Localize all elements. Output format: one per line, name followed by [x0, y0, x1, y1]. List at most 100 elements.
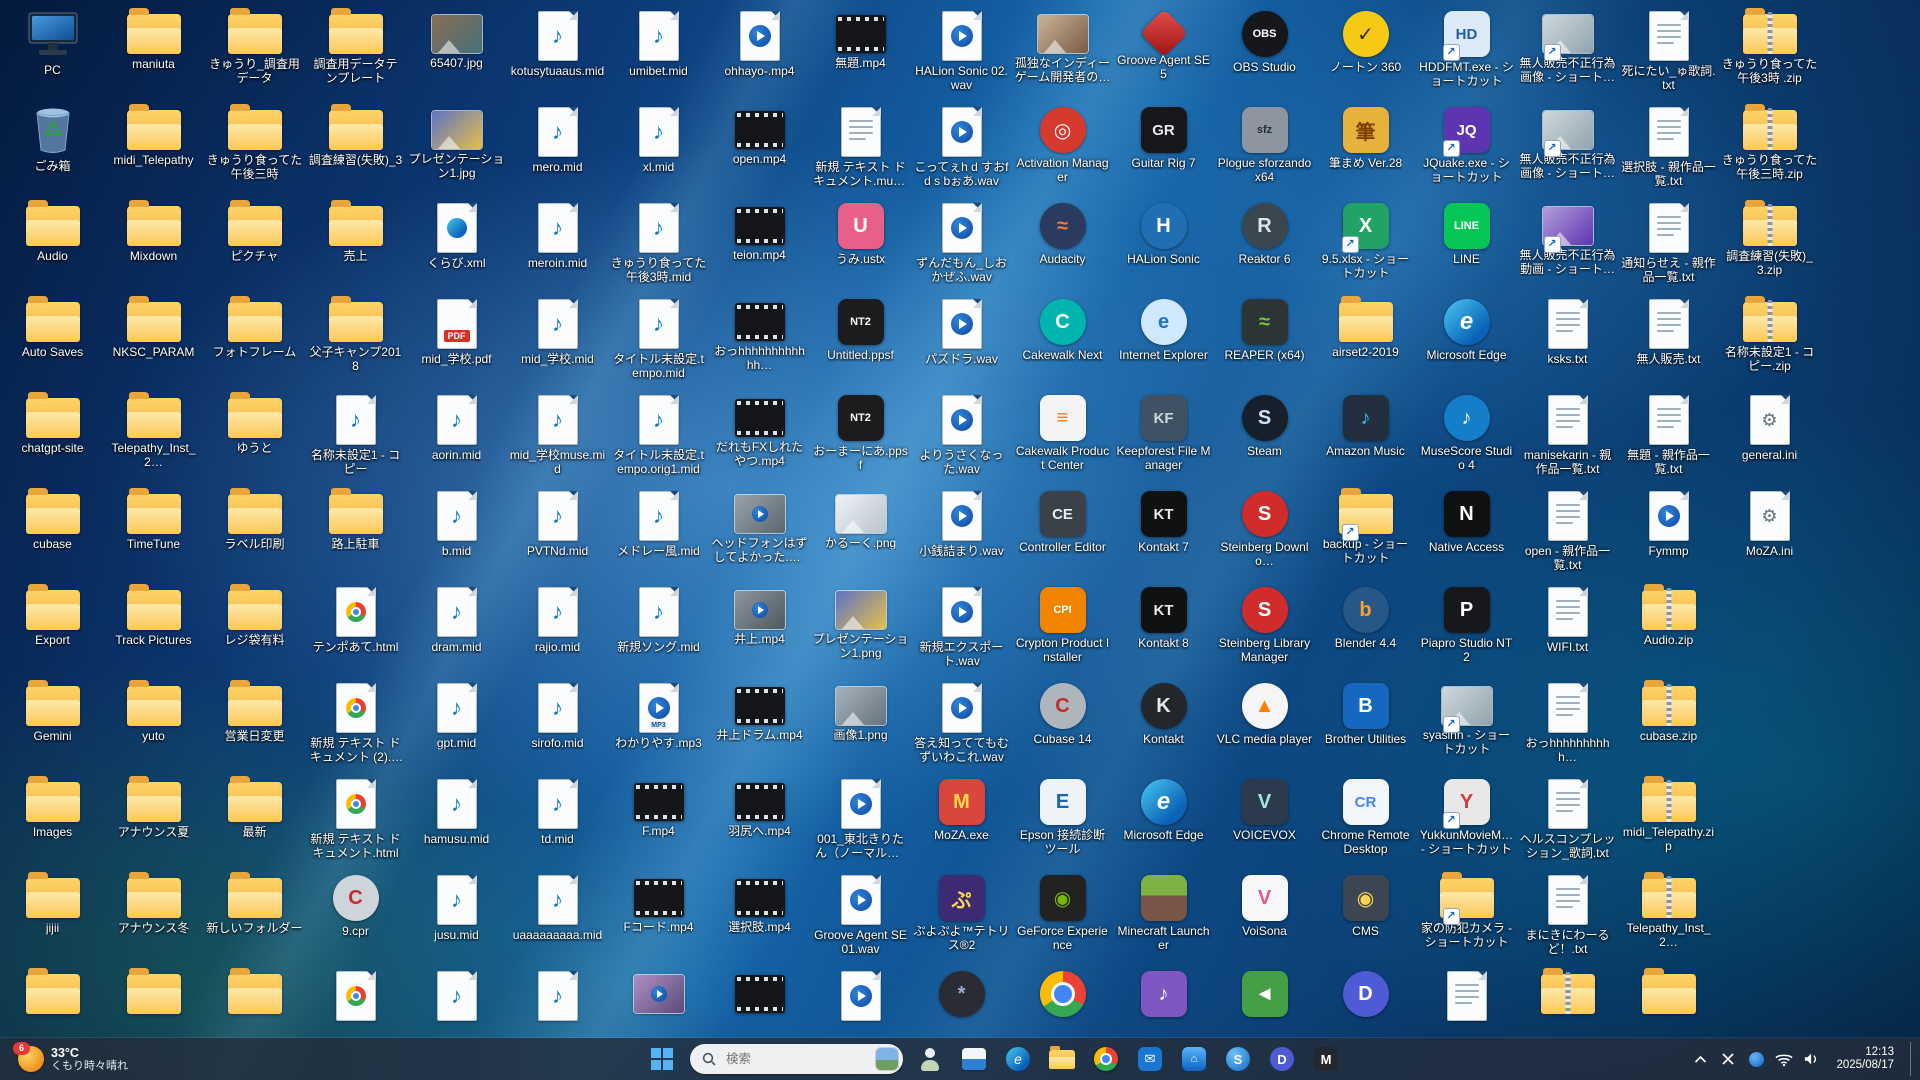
desktop-icon[interactable]: NT2Untitled.ppsf — [812, 294, 910, 390]
desktop-icon[interactable]: おっhhhhhhhhhhhh… — [711, 294, 809, 390]
desktop-icon[interactable]: sfzPlogue sforzando x64 — [1216, 102, 1314, 198]
desktop-icon[interactable]: レジ袋有料 — [206, 582, 304, 678]
desktop-icon[interactable]: ♪タイトル未設定.tempo.mid — [610, 294, 708, 390]
desktop-icon[interactable]: ♪sirofo.mid — [509, 678, 607, 774]
desktop-icon[interactable]: きゅうり_調査用データ — [206, 6, 304, 102]
desktop-icon[interactable]: Minecraft Launcher — [1115, 870, 1213, 966]
desktop-icon[interactable]: ♪新規ソング.mid — [610, 582, 708, 678]
desktop-icon[interactable]: yuto — [105, 678, 203, 774]
desktop-icon[interactable]: PPiapro Studio NT2 — [1418, 582, 1516, 678]
taskbar-app-widgets[interactable] — [911, 1042, 949, 1076]
desktop-icon[interactable]: ♪Amazon Music — [1317, 390, 1415, 486]
desktop-icon[interactable]: NKSC_PARAM — [105, 294, 203, 390]
desktop-icon[interactable]: BBrother Utilities — [1317, 678, 1415, 774]
desktop-icon[interactable]: ↗backup - ショートカット — [1317, 486, 1415, 582]
desktop-icon[interactable]: おっhhhhhhhhhh… — [1519, 678, 1617, 774]
desktop-icon[interactable]: manisekarin - 親作品一覧.txt — [1519, 390, 1617, 486]
desktop-icon[interactable]: cubase.zip — [1620, 678, 1718, 774]
desktop-icon[interactable]: Telepathy_Inst_2… — [105, 390, 203, 486]
desktop-icon[interactable]: TimeTune — [105, 486, 203, 582]
weather-widget[interactable]: 6 33°C くもり時々晴れ — [10, 1038, 136, 1080]
desktop-icon[interactable]: プレゼンテーション1.jpg — [408, 102, 506, 198]
search-highlight-image[interactable] — [876, 1048, 898, 1070]
desktop-icon[interactable]: Audio — [4, 198, 102, 294]
taskbar-app-task-view[interactable] — [955, 1042, 993, 1076]
desktop-icon[interactable]: PC — [4, 6, 102, 102]
taskbar-app-music-app[interactable]: M — [1307, 1042, 1345, 1076]
desktop-icon[interactable]: SSteinberg Library Manager — [1216, 582, 1314, 678]
desktop-icon[interactable]: きゅうり食ってた午後三時 — [206, 102, 304, 198]
desktop-icon[interactable]: bBlender 4.4 — [1317, 582, 1415, 678]
desktop-icon[interactable]: ↗無人販売不正行為画像 - ショートカット — [1519, 102, 1617, 198]
desktop-icon[interactable]: ♪タイトル未設定.tempo.orig1.mid — [610, 390, 708, 486]
desktop-icon[interactable]: ◎Activation Manager — [1014, 102, 1112, 198]
desktop-icon[interactable]: 売上 — [307, 198, 405, 294]
desktop-icon[interactable]: SSteam — [1216, 390, 1314, 486]
desktop-icon[interactable]: Images — [4, 774, 102, 870]
tray-volume[interactable] — [1802, 1046, 1822, 1072]
desktop-icon[interactable]: 選択肢 - 親作品一覧.txt — [1620, 102, 1718, 198]
desktop-icon[interactable]: 無人販売.txt — [1620, 294, 1718, 390]
desktop-icon[interactable]: ♪b.mid — [408, 486, 506, 582]
desktop-icon[interactable]: CCubase 14 — [1014, 678, 1112, 774]
desktop-icon[interactable]: ♪PVTNd.mid — [509, 486, 607, 582]
desktop-icon[interactable]: 路上駐車 — [307, 486, 405, 582]
desktop-icon[interactable]: ♪mero.mid — [509, 102, 607, 198]
desktop-icon[interactable]: Fymmp — [1620, 486, 1718, 582]
desktop-icon[interactable]: 名称未設定1 - コピー.zip — [1721, 294, 1819, 390]
desktop-icon[interactable]: RReaktor 6 — [1216, 198, 1314, 294]
taskbar-app-chrome[interactable] — [1087, 1042, 1125, 1076]
desktop-icon[interactable]: eMicrosoft Edge — [1115, 774, 1213, 870]
start-button[interactable] — [642, 1042, 682, 1076]
desktop-icon[interactable]: airset2-2019 — [1317, 294, 1415, 390]
desktop-icon[interactable]: 調査用データテンプレート — [307, 6, 405, 102]
desktop-icon[interactable]: プレゼンテーション1.png — [812, 582, 910, 678]
taskbar-app-file-explorer[interactable] — [1043, 1042, 1081, 1076]
desktop-icon[interactable]: ♪umibet.mid — [610, 6, 708, 102]
desktop-icon[interactable]: KFKeepforest File Manager — [1115, 390, 1213, 486]
desktop-icon[interactable]: 筆筆まめ Ver.28 — [1317, 102, 1415, 198]
desktop-icon[interactable]: ♪hamusu.mid — [408, 774, 506, 870]
desktop-icon[interactable]: よりうさくなった.wav — [913, 390, 1011, 486]
desktop-icon[interactable]: 選択肢.mp4 — [711, 870, 809, 966]
desktop-icon[interactable]: ずんだもん_しおかぜふ.wav — [913, 198, 1011, 294]
tray-app-blue[interactable] — [1746, 1046, 1766, 1072]
desktop-icon[interactable]: 調査練習(失敗)_3 — [307, 102, 405, 198]
desktop-icon[interactable]: Track Pictures — [105, 582, 203, 678]
desktop-icon[interactable]: ≈REAPER (x64) — [1216, 294, 1314, 390]
desktop-icon[interactable]: ♪きゅうり食ってた午後3時.mid — [610, 198, 708, 294]
desktop-icon[interactable]: ⚙general.ini — [1721, 390, 1819, 486]
desktop-icon[interactable]: ♪名称未設定1 - コピー — [307, 390, 405, 486]
desktop-icon[interactable]: ◉CMS — [1317, 870, 1415, 966]
desktop-icon[interactable]: ♪td.mid — [509, 774, 607, 870]
desktop-icon[interactable]: Gemini — [4, 678, 102, 774]
desktop-icon[interactable]: open.mp4 — [711, 102, 809, 198]
desktop-icon[interactable]: ⚙MoZA.ini — [1721, 486, 1819, 582]
desktop-icon[interactable]: 画像1.png — [812, 678, 910, 774]
desktop-icon[interactable]: KTKontakt 8 — [1115, 582, 1213, 678]
desktop-icon[interactable]: ♪mid_学校muse.mid — [509, 390, 607, 486]
desktop-icon[interactable]: ごみ箱 — [4, 102, 102, 198]
desktop-icon[interactable]: CEController Editor — [1014, 486, 1112, 582]
desktop-icon[interactable]: 001_東北きりたん（ノーマル）_今じゃ… — [812, 774, 910, 870]
desktop-icon[interactable]: 新規 テキスト ドキュメント.musicxml — [812, 102, 910, 198]
desktop-icon[interactable]: テンポあて.html — [307, 582, 405, 678]
desktop-icon[interactable]: ▲VLC media player — [1216, 678, 1314, 774]
desktop-icon[interactable]: SSteinberg Downlo… — [1216, 486, 1314, 582]
desktop-icon[interactable]: open - 親作品一覧.txt — [1519, 486, 1617, 582]
desktop-icon[interactable]: ✓ノートン 360 — [1317, 6, 1415, 102]
desktop-icon[interactable]: ♪gpt.mid — [408, 678, 506, 774]
desktop-icon[interactable]: Groove Agent SE 5 — [1115, 6, 1213, 102]
desktop-icon[interactable]: 孤独なインディーゲーム開発者の一生… — [1014, 6, 1112, 102]
desktop-icon[interactable]: きゅうり食ってた午後3時 .zip — [1721, 6, 1819, 102]
desktop-icon[interactable]: EEpson 接続診断ツール — [1014, 774, 1112, 870]
desktop-icon[interactable]: eInternet Explorer — [1115, 294, 1213, 390]
desktop-icon[interactable]: ↗家の防犯カメラ - ショートカット — [1418, 870, 1516, 966]
desktop-icon[interactable]: CRChrome Remote Desktop — [1317, 774, 1415, 870]
desktop-icon[interactable]: アナウンス冬 — [105, 870, 203, 966]
desktop-icon[interactable]: Y↗YukkunMovieM… - ショートカット — [1418, 774, 1516, 870]
desktop-icon[interactable]: ♪rajio.mid — [509, 582, 607, 678]
desktop-icon[interactable]: 小銭詰まり.wav — [913, 486, 1011, 582]
desktop-icon[interactable]: ♪xl.mid — [610, 102, 708, 198]
desktop-icon[interactable]: ラベル印刷 — [206, 486, 304, 582]
